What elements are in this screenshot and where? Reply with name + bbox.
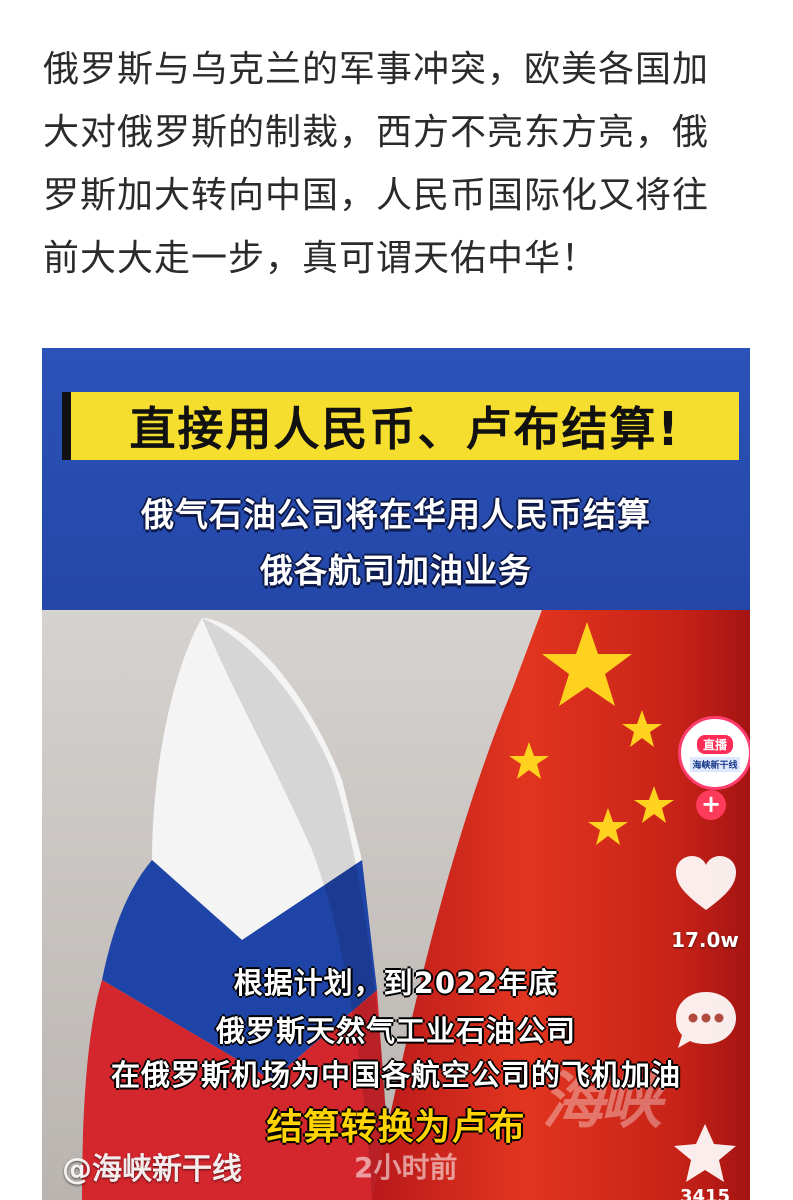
caption-line-4: 结算转换为卢布	[266, 1107, 526, 1148]
caption-line-2: 俄罗斯天然气工业石油公司	[215, 1014, 576, 1048]
post-time: 2小时前	[354, 1151, 458, 1184]
avatar[interactable]: 直播 海峡新干线	[678, 716, 750, 790]
caption-line-1: 根据计划，到2022年底	[233, 966, 559, 1000]
headline-box: 直接用人民币、卢布结算!	[62, 392, 739, 460]
caption-line-3: 在俄罗斯机场为中国各航空公司的飞机加油	[110, 1058, 681, 1092]
subtitle-line-2: 俄各航司加油业务	[260, 551, 532, 590]
comment-icon[interactable]	[672, 988, 740, 1052]
action-rail: 直播 海峡新干线 + 17.0w 3415	[652, 348, 750, 1200]
article-line: 罗斯加大转向中国，人民币国际化又将往	[43, 175, 710, 216]
like-count: 17.0w	[671, 928, 739, 952]
article-line: 前大大走一步，真可谓天佑中华！	[43, 238, 599, 279]
article-text: 俄罗斯与乌克兰的军事冲突，欧美各国加 大对俄罗斯的制裁，西方不亮东方亮，俄 罗斯…	[43, 38, 758, 290]
subtitle-line-1: 俄气石油公司将在华用人民币结算	[141, 495, 651, 534]
follow-button[interactable]: +	[696, 790, 726, 820]
heart-icon[interactable]	[674, 854, 738, 912]
live-badge: 直播	[696, 734, 733, 754]
avatar-name: 海峡新干线	[690, 756, 740, 772]
headline: 直接用人民币、卢布结算!	[129, 402, 681, 456]
favorite-count: 3415	[679, 1186, 731, 1200]
account-handle[interactable]: @海峡新干线	[62, 1144, 242, 1188]
article-line: 俄罗斯与乌克兰的军事冲突，欧美各国加	[43, 49, 710, 90]
news-banner: 直接用人民币、卢布结算! 俄气石油公司将在华用人民币结算 俄各航司加油业务	[42, 348, 750, 610]
article-line: 大对俄罗斯的制裁，西方不亮东方亮，俄	[43, 112, 710, 153]
star-icon[interactable]	[672, 1122, 738, 1184]
video-player[interactable]: 直接用人民币、卢布结算! 俄气石油公司将在华用人民币结算 俄各航司加油业务 海峡…	[42, 348, 750, 1200]
